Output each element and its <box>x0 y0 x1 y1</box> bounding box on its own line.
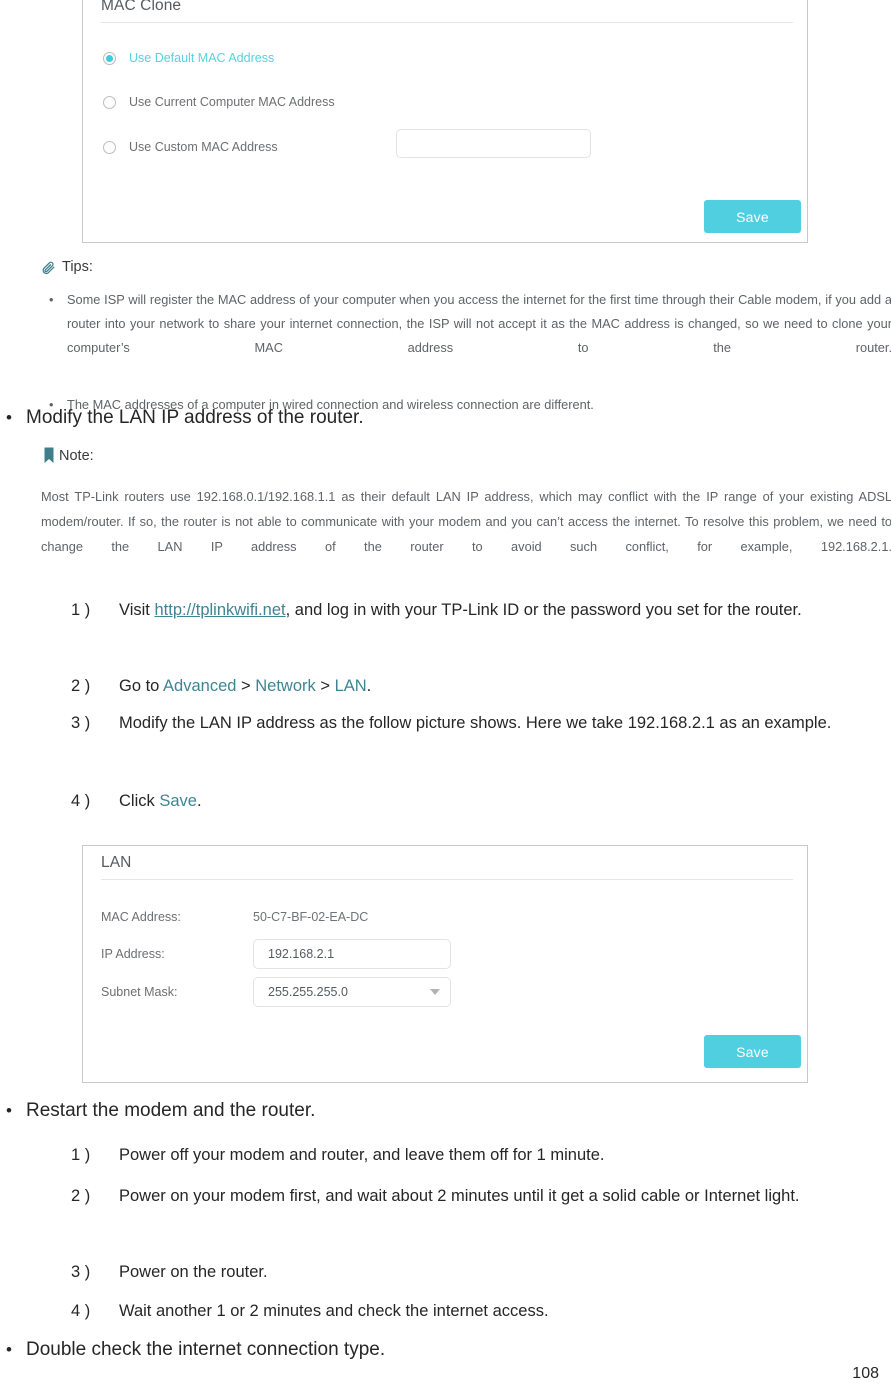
step-lan-2-text: Go to Advanced > Network > LAN. <box>119 671 891 701</box>
step-restart-3: 3 ) Power on the router. <box>71 1257 891 1287</box>
step-lan-4-text: Click Save. <box>119 786 891 816</box>
tplinkwifi-link[interactable]: http://tplinkwifi.net <box>154 601 285 619</box>
bullet-dot: • <box>6 1101 12 1120</box>
step-lan-2: 2 ) Go to Advanced > Network > LAN. <box>71 671 891 701</box>
lan-field-mac-address-label: MAC Address: <box>101 910 181 924</box>
custom-mac-address-input[interactable] <box>396 129 591 158</box>
panel-divider <box>101 22 793 23</box>
tips-heading: Tips: <box>41 259 93 275</box>
step-lan-1: 1 ) Visit http://tplinkwifi.net, and log… <box>71 595 891 625</box>
radio-label-use-custom-mac-address: Use Custom MAC Address <box>129 140 278 154</box>
step-number: 2 ) <box>71 1187 91 1205</box>
step-lan-4-pre: Click <box>119 792 160 810</box>
step-number: 3 ) <box>71 714 91 732</box>
step-lan-1-pre: Visit <box>119 601 155 619</box>
radio-use-default-mac-address[interactable] <box>103 51 116 65</box>
menu-path-advanced: Advanced <box>163 677 237 695</box>
step-lan-1-post: , and log in with your TP-Link ID or the… <box>285 601 802 619</box>
paperclip-icon <box>41 260 56 275</box>
step-restart-4-text: Wait another 1 or 2 minutes and check th… <box>119 1302 549 1320</box>
page-number: 108 <box>852 1365 879 1382</box>
step-lan-4: 4 ) Click Save. <box>71 786 891 816</box>
step-restart-4: 4 ) Wait another 1 or 2 minutes and chec… <box>71 1296 891 1326</box>
step-lan-2-pre: Go to <box>119 677 164 695</box>
tips-heading-label: Tips: <box>62 259 93 275</box>
menu-path-lan: LAN <box>334 677 367 695</box>
lan-field-ip-address-label: IP Address: <box>101 947 165 961</box>
step-restart-1: 1 ) Power off your modem and router, and… <box>71 1140 891 1170</box>
menu-path-sep: > <box>315 677 335 695</box>
radio-label-use-default-mac-address: Use Default MAC Address <box>129 51 275 65</box>
tips-list: • Some ISP will register the MAC address… <box>41 288 891 417</box>
step-restart-2: 2 ) Power on your modem first, and wait … <box>71 1181 891 1211</box>
step-lan-3: 3 ) Modify the LAN IP address as the fol… <box>71 708 891 738</box>
save-reference: Save <box>159 792 197 810</box>
step-number: 1 ) <box>71 601 91 619</box>
radio-label-use-current-computer-mac-address: Use Current Computer MAC Address <box>129 95 335 109</box>
step-lan-3-text: Modify the LAN IP address as the follow … <box>119 714 832 732</box>
step-number: 3 ) <box>71 1263 91 1281</box>
mac-clone-save-button[interactable]: Save <box>704 200 801 233</box>
chevron-down-icon <box>430 989 440 995</box>
step-lan-2-post: . <box>366 677 372 695</box>
radio-use-current-computer-mac-address[interactable] <box>103 95 116 109</box>
mac-clone-panel-title: MAC Clone <box>101 0 182 14</box>
step-number: 1 ) <box>71 1146 91 1164</box>
radio-row-default-mac[interactable]: Use Default MAC Address <box>83 48 807 68</box>
panel-divider <box>101 879 793 880</box>
bookmark-icon <box>44 447 54 464</box>
bullet-double-check-connection-type-text: Double check the internet connection typ… <box>26 1339 386 1360</box>
step-number: 4 ) <box>71 792 91 810</box>
bullet-restart-modem-router: • Restart the modem and the router. <box>6 1098 866 1124</box>
lan-field-mac-address: MAC Address: 50-C7-BF-02-EA-DC <box>101 907 621 927</box>
bullet-dot: • <box>6 1340 12 1359</box>
step-restart-2-text: Power on your modem first, and wait abou… <box>119 1187 800 1205</box>
lan-panel: LAN MAC Address: 50-C7-BF-02-EA-DC IP Ad… <box>82 845 808 1083</box>
lan-ip-address-input[interactable]: 192.168.2.1 <box>253 939 451 969</box>
tips-list-item: • Some ISP will register the MAC address… <box>41 288 891 384</box>
lan-panel-title: LAN <box>101 854 132 871</box>
radio-use-custom-mac-address[interactable] <box>103 140 116 154</box>
step-restart-3-text: Power on the router. <box>119 1263 268 1281</box>
menu-path-network: Network <box>255 677 316 695</box>
bullet-double-check-connection-type: • Double check the internet connection t… <box>6 1337 866 1363</box>
step-lan-1-text: Visit http://tplinkwifi.net, and log in … <box>119 595 891 625</box>
note-heading: Note: <box>44 447 94 464</box>
lan-save-button[interactable]: Save <box>704 1035 801 1068</box>
lan-field-mac-address-value: 50-C7-BF-02-EA-DC <box>253 910 369 924</box>
step-number: 4 ) <box>71 1302 91 1320</box>
step-restart-1-text: Power off your modem and router, and lea… <box>119 1146 605 1164</box>
mac-clone-panel: MAC Clone Use Default MAC Address Use Cu… <box>82 0 808 243</box>
step-number: 2 ) <box>71 677 91 695</box>
bullet-modify-lan-ip: • Modify the LAN IP address of the route… <box>6 405 866 431</box>
radio-row-current-computer-mac[interactable]: Use Current Computer MAC Address <box>83 92 807 112</box>
note-body-text: Most TP-Link routers use 192.168.0.1/192… <box>41 489 891 554</box>
lan-field-ip-address: IP Address: 192.168.2.1 <box>101 939 621 969</box>
bullet-dot: • <box>6 408 12 427</box>
step-lan-4-post: . <box>196 792 202 810</box>
lan-subnet-mask-select[interactable]: 255.255.255.0 <box>253 977 451 1007</box>
lan-field-subnet-mask-label: Subnet Mask: <box>101 985 178 999</box>
lan-subnet-mask-value: 255.255.255.0 <box>268 985 348 999</box>
lan-field-subnet-mask: Subnet Mask: 255.255.255.0 <box>101 977 621 1007</box>
bullet-restart-modem-router-text: Restart the modem and the router. <box>26 1100 316 1121</box>
note-heading-label: Note: <box>59 447 94 464</box>
bullet-modify-lan-ip-text: Modify the LAN IP address of the router. <box>26 407 364 428</box>
bullet-dot: • <box>49 292 54 307</box>
menu-path-sep: > <box>236 677 256 695</box>
tips-list-item-text: Some ISP will register the MAC address o… <box>67 292 891 355</box>
